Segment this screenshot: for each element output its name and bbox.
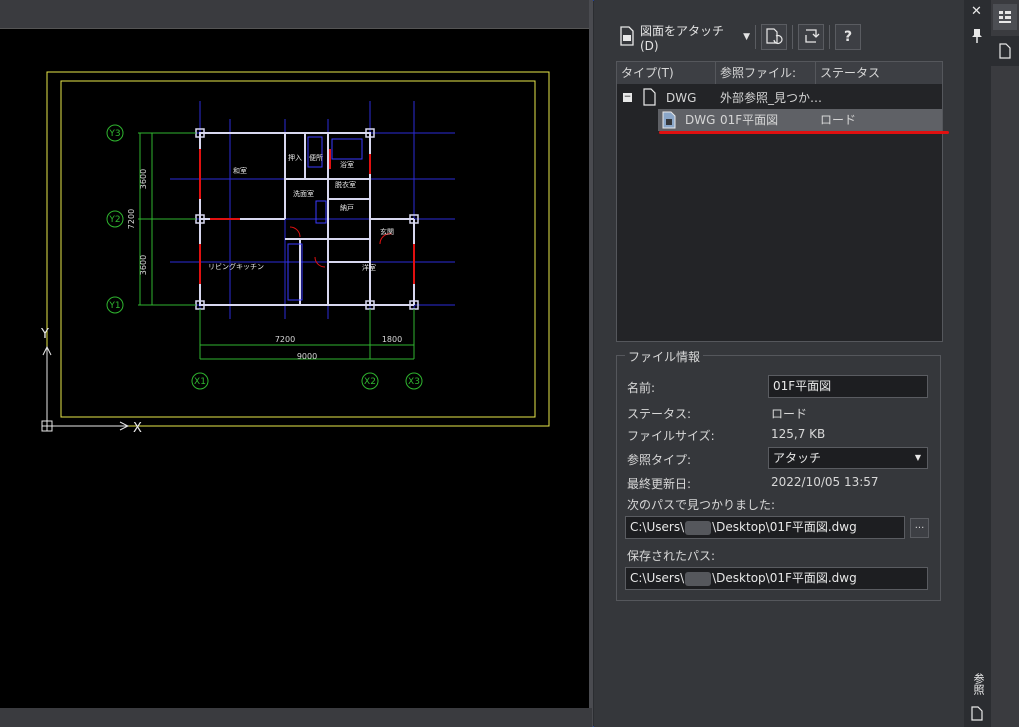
room-label: 便所 (309, 153, 323, 162)
help-button[interactable]: ? (835, 24, 861, 50)
palette-title-strip: ✕ 参照 (964, 0, 991, 727)
attach-drawing-label: 図面をアタッチ(D) (640, 23, 725, 53)
viewport-bottom-bar (0, 708, 592, 727)
palette-tab-strip (991, 0, 1019, 727)
found-path-label: 次のパスで見つかりました: (627, 498, 776, 512)
reference-type-value: アタッチ (773, 451, 822, 465)
palette-vertical-title: 参照 (972, 673, 985, 695)
list-header: タイプ(T) 参照ファイル: ステータス (617, 62, 942, 84)
change-path-icon (802, 27, 820, 48)
refresh-button[interactable] (761, 24, 787, 50)
viewport-scrollbar[interactable] (589, 0, 593, 727)
status-label: ステータス: (627, 407, 692, 421)
toolbar-separator (829, 25, 830, 49)
dimension-labels: 3600 7200 3600 7200 1800 9000 (127, 169, 402, 361)
found-path-suffix: \Desktop\01F平面図.dwg (712, 520, 857, 534)
found-path-prefix: C:\Users\ (630, 520, 685, 534)
chevron-down-icon[interactable]: ▼ (743, 32, 750, 42)
ucs-x-label: X (133, 421, 142, 436)
chevron-down-icon: ▼ (914, 453, 921, 462)
room-label: 押入 (288, 153, 302, 162)
reference-type-select[interactable]: アタッチ ▼ (768, 447, 928, 469)
room-label: リビングキッチン (208, 262, 264, 271)
found-path-field[interactable]: C:\Users\ \Desktop\01F平面図.dwg (625, 516, 905, 539)
row-file: 外部参照_見つか… (720, 91, 823, 105)
document-icon (643, 88, 656, 113)
help-icon: ? (843, 29, 853, 45)
room-label: 納戸 (340, 203, 354, 212)
name-label: 名前: (627, 381, 656, 395)
row-type: DWG (666, 91, 697, 105)
ucs-icon (41, 345, 130, 432)
file-size-value: 125,7 KB (771, 427, 826, 441)
room-label: 洋室 (362, 263, 376, 272)
redacted-username (685, 571, 712, 586)
row-type: DWG (685, 113, 716, 127)
attach-drawing-button[interactable]: 図面をアタッチ(D) ▼ (614, 23, 750, 53)
tree-row-xref[interactable]: DWG 01F平面図 ロード (658, 109, 942, 131)
grid-label: Y3 (108, 129, 120, 139)
column-status[interactable]: ステータス (816, 62, 942, 84)
row-file: 01F平面図 (720, 113, 779, 127)
dim-label: 7200 (127, 209, 136, 229)
name-field[interactable]: 01F平面図 (768, 375, 928, 398)
dim-label: 9000 (297, 352, 317, 361)
reference-type-label: 参照タイプ: (627, 453, 692, 467)
grid-label: Y2 (108, 215, 120, 225)
change-path-button[interactable] (798, 24, 824, 50)
status-value: ロード (771, 407, 808, 421)
room-label: 和室 (233, 166, 247, 175)
dim-label: 3600 (139, 255, 148, 275)
browse-button[interactable]: ... (910, 518, 929, 538)
grid-markers (106, 124, 423, 390)
properties-tab-icon[interactable] (993, 4, 1017, 30)
highlight-underline (659, 131, 949, 134)
refresh-icon (765, 27, 783, 48)
file-info-group: ファイル情報 名前: 01F平面図 ステータス: ロード ファイルサイズ: 12… (616, 348, 941, 601)
palette-toolbar: 図面をアタッチ(D) ▼ ? (614, 22, 861, 53)
sheet-outer-frame (46, 71, 550, 427)
row-status: ロード (820, 113, 857, 127)
grid-label: X3 (408, 377, 420, 387)
ucs-y-label: Y (40, 327, 49, 342)
pin-icon[interactable] (971, 28, 983, 48)
room-label: 脱衣室 (335, 180, 356, 189)
last-modified-label: 最終更新日: (627, 477, 692, 491)
dim-label: 3600 (139, 169, 148, 189)
collapse-icon[interactable]: − (623, 93, 632, 102)
room-label: 浴室 (340, 160, 354, 169)
redacted-username (685, 520, 712, 535)
dim-label: 1800 (382, 335, 402, 344)
grid-label: X1 (194, 377, 206, 387)
column-type[interactable]: タイプ(T) (617, 62, 716, 84)
grid-label: Y1 (108, 301, 120, 311)
last-modified-value: 2022/10/05 13:57 (771, 475, 879, 489)
floor-plan-drawing: Y3 Y2 Y1 X1 X2 X3 3600 7200 3600 7200 18… (40, 71, 550, 436)
sheet-inner-frame (60, 80, 536, 418)
palette-document-icon (971, 706, 983, 725)
saved-path-suffix: \Desktop\01F平面図.dwg (712, 571, 857, 585)
attach-drawing-icon (618, 25, 636, 49)
saved-path-prefix: C:\Users\ (630, 571, 685, 585)
room-label: 洗面室 (293, 189, 314, 198)
viewport-top-bar (0, 0, 592, 29)
tree-row-host-drawing[interactable]: − DWG 外部参照_見つか… (617, 87, 942, 109)
saved-path-label: 保存されたパス: (627, 549, 716, 563)
file-references-list[interactable]: タイプ(T) 参照ファイル: ステータス − DWG 外部参照_見つか… DWG… (616, 61, 949, 342)
column-reference-file[interactable]: 参照ファイル: (716, 62, 816, 84)
toolbar-separator (792, 25, 793, 49)
xref-tab-icon[interactable] (991, 36, 1019, 66)
close-icon[interactable]: ✕ (971, 4, 982, 19)
toolbar-separator (755, 25, 756, 49)
external-references-palette: 図面をアタッチ(D) ▼ ? タイプ(T) 参照ファイル: ステータス − DW… (594, 0, 964, 727)
file-size-label: ファイルサイズ: (627, 429, 715, 443)
dim-label: 7200 (275, 335, 295, 344)
file-info-title: ファイル情報 (625, 348, 704, 365)
ucs-labels: Y X (40, 327, 142, 436)
grid-label: X2 (364, 377, 376, 387)
saved-path-field[interactable]: C:\Users\ \Desktop\01F平面図.dwg (625, 567, 928, 590)
grid-labels: Y3 Y2 Y1 X1 X2 X3 (108, 129, 420, 387)
drawing-canvas[interactable]: Y3 Y2 Y1 X1 X2 X3 3600 7200 3600 7200 18… (0, 29, 589, 708)
room-label: 玄関 (380, 227, 394, 236)
